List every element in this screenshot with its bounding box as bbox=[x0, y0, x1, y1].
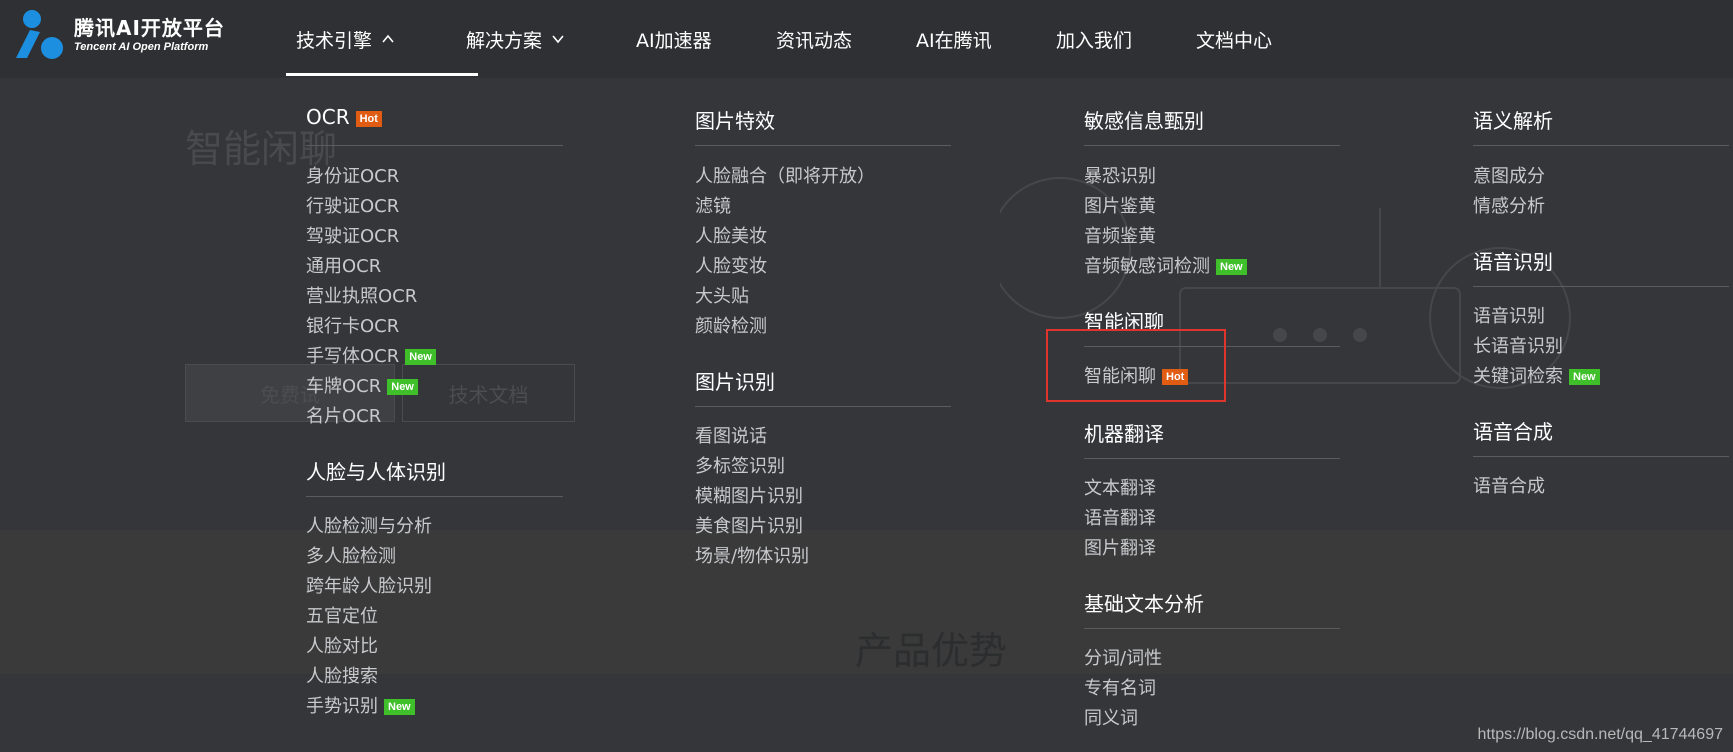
menu-item-scene-object[interactable]: 场景/物体识别 bbox=[695, 542, 809, 568]
nav-docs-center[interactable]: 文档中心 bbox=[1196, 0, 1336, 78]
menu-item-speech-synthesis[interactable]: 语音合成 bbox=[1473, 472, 1545, 498]
nav-ai-at-tencent[interactable]: AI在腾讯 bbox=[916, 0, 1056, 78]
menu-item-keyword-search[interactable]: 关键词检索 New bbox=[1473, 362, 1600, 388]
menu-item-face-compare[interactable]: 人脸对比 bbox=[306, 632, 378, 658]
menu-item-general-ocr[interactable]: 通用OCR bbox=[306, 252, 381, 278]
watermark: https://blog.csdn.net/qq_41744697 bbox=[1477, 726, 1723, 743]
menu-item-vehicle-license-ocr[interactable]: 行驶证OCR bbox=[306, 192, 399, 218]
menu-item-bank-card-ocr[interactable]: 银行卡OCR bbox=[306, 312, 399, 338]
menu-item-intent[interactable]: 意图成分 bbox=[1473, 162, 1545, 188]
menu-item-image-porn-detect[interactable]: 图片鉴黄 bbox=[1084, 192, 1156, 218]
menu-item-face-detect[interactable]: 人脸检测与分析 bbox=[306, 512, 432, 538]
group-title-face: 人脸与人体识别 bbox=[306, 460, 446, 484]
new-badge: New bbox=[405, 349, 436, 365]
menu-item-face-cosmetic[interactable]: 人脸变妆 bbox=[695, 252, 767, 278]
menu-item-plate-ocr[interactable]: 车牌OCR New bbox=[306, 372, 418, 398]
top-nav-bar: 腾讯AI开放平台 Tencent AI Open Platform 技术引擎 解… bbox=[0, 0, 1733, 78]
menu-item-image-caption[interactable]: 看图说话 bbox=[695, 422, 767, 448]
group-title-image-recognition: 图片识别 bbox=[695, 370, 775, 394]
nav-news[interactable]: 资讯动态 bbox=[776, 0, 916, 78]
divider bbox=[1084, 628, 1340, 629]
menu-item-sticker[interactable]: 大头贴 bbox=[695, 282, 749, 308]
menu-item-speech-recognition[interactable]: 语音识别 bbox=[1473, 302, 1545, 328]
menu-item-multi-label[interactable]: 多标签识别 bbox=[695, 452, 785, 478]
divider bbox=[695, 406, 951, 407]
divider bbox=[1084, 145, 1340, 146]
logo-title: 腾讯AI开放平台 bbox=[74, 16, 225, 40]
divider bbox=[306, 496, 563, 497]
group-title-speech-synthesis: 语音合成 bbox=[1473, 420, 1553, 444]
nav-join-us[interactable]: 加入我们 bbox=[1056, 0, 1196, 78]
group-title-speech-recognition: 语音识别 bbox=[1473, 250, 1553, 274]
tencent-ai-logo-icon bbox=[16, 10, 63, 59]
menu-item-face-landmarks[interactable]: 五官定位 bbox=[306, 602, 378, 628]
divider bbox=[306, 145, 563, 146]
nav-ai-accelerator[interactable]: AI加速器 bbox=[636, 0, 776, 78]
new-badge: New bbox=[1569, 369, 1600, 385]
menu-item-long-speech-recognition[interactable]: 长语音识别 bbox=[1473, 332, 1563, 358]
menu-item-id-card-ocr[interactable]: 身份证OCR bbox=[306, 162, 399, 188]
menu-item-audio-porn-detect[interactable]: 音频鉴黄 bbox=[1084, 222, 1156, 248]
new-badge: New bbox=[387, 379, 418, 395]
nav-solutions[interactable]: 解决方案 bbox=[466, 0, 636, 78]
menu-item-multi-face[interactable]: 多人脸检测 bbox=[306, 542, 396, 568]
group-title-text-analysis: 基础文本分析 bbox=[1084, 592, 1204, 616]
menu-item-cross-age-face[interactable]: 跨年龄人脸识别 bbox=[306, 572, 432, 598]
nav-label: 技术引擎 bbox=[296, 29, 373, 52]
chevron-down-icon bbox=[552, 35, 564, 44]
group-title-image-effects: 图片特效 bbox=[695, 109, 775, 133]
chevron-up-icon bbox=[382, 34, 394, 43]
nav-label: 解决方案 bbox=[466, 29, 543, 52]
menu-item-terror-detect[interactable]: 暴恐识别 bbox=[1084, 162, 1156, 188]
new-badge: New bbox=[384, 699, 415, 715]
menu-item-synonym[interactable]: 同义词 bbox=[1084, 704, 1138, 730]
tech-engine-dropdown: OCR Hot 身份证OCR 行驶证OCR 驾驶证OCR 通用OCR 营业执照OC… bbox=[0, 78, 1733, 752]
menu-item-text-translate[interactable]: 文本翻译 bbox=[1084, 474, 1156, 500]
menu-item-face-makeup[interactable]: 人脸美妆 bbox=[695, 222, 767, 248]
divider bbox=[1473, 145, 1729, 146]
menu-item-filter[interactable]: 滤镜 bbox=[695, 192, 731, 218]
menu-item-driver-license-ocr[interactable]: 驾驶证OCR bbox=[306, 222, 399, 248]
nav-tech-engine[interactable]: 技术引擎 bbox=[286, 0, 478, 78]
menu-item-sentiment[interactable]: 情感分析 bbox=[1473, 192, 1545, 218]
group-title-machine-translation: 机器翻译 bbox=[1084, 422, 1164, 446]
divider bbox=[695, 145, 951, 146]
divider bbox=[1473, 286, 1729, 287]
menu-item-face-search[interactable]: 人脸搜索 bbox=[306, 662, 378, 688]
main-nav: 技术引擎 解决方案 AI加速器 资讯动态 AI在腾讯 加入我们 文档中心 bbox=[286, 0, 1336, 78]
annotation-highlight-box bbox=[1046, 329, 1226, 402]
menu-item-business-license-ocr[interactable]: 营业执照OCR bbox=[306, 282, 417, 308]
menu-item-food-recognition[interactable]: 美食图片识别 bbox=[695, 512, 803, 538]
menu-item-age-detect[interactable]: 颜龄检测 bbox=[695, 312, 767, 338]
new-badge: New bbox=[1216, 259, 1247, 275]
group-title-sensitive-info: 敏感信息甄别 bbox=[1084, 109, 1204, 133]
menu-item-handwriting-ocr[interactable]: 手写体OCR New bbox=[306, 342, 436, 368]
menu-item-gesture[interactable]: 手势识别 New bbox=[306, 692, 415, 718]
menu-item-word-segmentation[interactable]: 分词/词性 bbox=[1084, 644, 1162, 670]
logo[interactable]: 腾讯AI开放平台 Tencent AI Open Platform bbox=[10, 8, 230, 62]
group-title-semantic-parsing: 语义解析 bbox=[1473, 109, 1553, 133]
divider bbox=[1473, 456, 1729, 457]
menu-item-speech-translate[interactable]: 语音翻译 bbox=[1084, 504, 1156, 530]
menu-item-audio-keyword-detect[interactable]: 音频敏感词检测 New bbox=[1084, 252, 1247, 278]
hot-badge: Hot bbox=[355, 111, 382, 127]
group-title-ocr: OCR Hot bbox=[306, 105, 382, 129]
menu-item-business-card-ocr[interactable]: 名片OCR bbox=[306, 402, 381, 428]
menu-item-face-merge[interactable]: 人脸融合（即将开放） bbox=[695, 162, 875, 188]
divider bbox=[1084, 458, 1340, 459]
menu-item-proper-noun[interactable]: 专有名词 bbox=[1084, 674, 1156, 700]
menu-item-image-translate[interactable]: 图片翻译 bbox=[1084, 534, 1156, 560]
logo-subtitle: Tencent AI Open Platform bbox=[74, 41, 209, 53]
menu-item-blur-detect[interactable]: 模糊图片识别 bbox=[695, 482, 803, 508]
